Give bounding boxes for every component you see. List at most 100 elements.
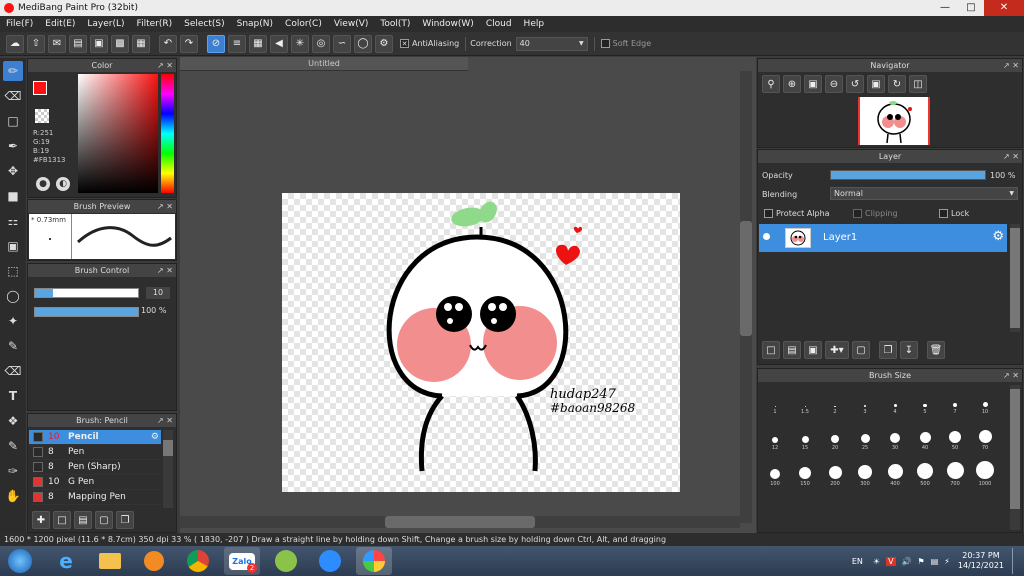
upload-icon[interactable]: ⇧ [27,34,45,53]
primary-color-swatch[interactable] [33,81,47,95]
medibang-taskbar-icon[interactable] [356,547,392,575]
layer-row[interactable]: Layer1 ⚙ [759,224,1007,252]
brush-size-option[interactable]: 25 [850,421,880,451]
menu-edit[interactable]: Edit(E) [39,19,81,29]
grid-icon[interactable]: ▦ [132,34,150,53]
brush-item-mapping-pen[interactable]: 8 Mapping Pen [29,490,161,505]
color-history-icon[interactable]: ◐ [56,177,70,191]
transparent-color-swatch[interactable] [35,109,49,123]
canvas-horizontal-scrollbar[interactable] [180,516,740,528]
page-icon[interactable]: ▣ [90,34,108,53]
fit-icon[interactable]: ▣ [804,75,822,93]
panel-icon[interactable]: ▩ [111,34,129,53]
brush-size-option[interactable]: 40 [910,421,940,451]
curve-snap-icon[interactable]: ∽ [333,34,351,53]
rectangle-tool-icon[interactable]: □ [3,111,23,131]
network-icon[interactable]: ▤ [931,557,939,566]
brush-size-option[interactable]: 100 [760,457,790,487]
brush-size-option[interactable]: 10 [970,385,1000,415]
move-tool-icon[interactable]: ✥ [3,161,23,181]
brush-size-option[interactable]: 4 [880,385,910,415]
layer-opacity-slider[interactable] [830,170,986,180]
brush-item-g-pen[interactable]: 10 G Pen [29,475,161,490]
flag-icon[interactable]: ⚑ [918,557,925,566]
gear-icon[interactable]: ⚙ [151,432,159,442]
chrome-icon[interactable] [180,547,216,575]
new-brush-icon[interactable]: □ [53,511,71,529]
document-icon[interactable]: ▤ [69,34,87,53]
menu-window[interactable]: Window(W) [416,19,479,29]
close-button[interactable]: ✕ [984,0,1024,16]
zoom-out-icon[interactable]: ⊖ [825,75,843,93]
menu-tool[interactable]: Tool(T) [374,19,416,29]
menu-filter[interactable]: Filter(R) [131,19,179,29]
panel-close-icon[interactable]: ↗ ✕ [1003,59,1019,72]
panel-close-icon[interactable]: ↗ ✕ [157,414,173,427]
snap-off-icon[interactable]: ⊘ [207,34,225,53]
maximize-button[interactable]: □ [958,0,984,16]
dot-tool-icon[interactable]: ✒ [3,136,23,156]
menu-layer[interactable]: Layer(L) [81,19,130,29]
soft-edge-checkbox[interactable] [600,39,610,48]
palette-icon[interactable]: ● [36,177,50,191]
layer-list-scrollbar[interactable] [1010,224,1020,332]
minimize-button[interactable]: — [932,0,958,16]
color-picker-square[interactable] [78,74,158,193]
menu-select[interactable]: Select(S) [178,19,231,29]
undo-icon[interactable]: ↶ [159,34,177,53]
brush-item-pen[interactable]: 8 Pen [29,445,161,460]
brush-size-option[interactable]: 150 [790,457,820,487]
clock-date[interactable]: 14/12/2021 [958,561,1004,571]
language-indicator[interactable]: EN [852,557,863,566]
brush-size-option[interactable]: 20 [820,421,850,451]
panel-close-icon[interactable]: ↗ ✕ [1003,150,1019,163]
select-pen-tool-icon[interactable]: ✎ [3,336,23,356]
brush-size-option[interactable]: 200 [820,457,850,487]
add-brush-icon[interactable]: ✚ [32,511,50,529]
brush-size-option[interactable]: 50 [940,421,970,451]
menu-snap[interactable]: Snap(N) [231,19,279,29]
duplicate-layer-icon[interactable]: ❐ [879,341,897,359]
start-button[interactable] [0,547,40,575]
eraser-tool-icon[interactable]: ⌫ [3,86,23,106]
brush-tool-icon[interactable]: ✏ [3,61,23,81]
snap-settings-icon[interactable]: ⚙ [375,34,393,53]
canvas-paper[interactable]: hudap247 #baoan98268 [282,193,680,492]
divide-tool-icon[interactable]: ✎ [3,436,23,456]
eyedropper-tool-icon[interactable]: ✑ [3,461,23,481]
brush-size-option[interactable]: 30 [880,421,910,451]
folder-icon[interactable]: ▢ [95,511,113,529]
gradient-tool-icon[interactable]: ▣ [3,236,23,256]
merge-layer-icon[interactable]: ↧ [900,341,918,359]
brush-size-scrollbar[interactable] [1010,385,1020,530]
brush-size-option[interactable]: 400 [880,457,910,487]
antivirus-icon[interactable]: V [886,556,896,566]
new-halftone-layer-icon[interactable]: ▤ [783,341,801,359]
rotate-left-icon[interactable]: ↺ [846,75,864,93]
zoom-in-icon[interactable]: ⊕ [783,75,801,93]
volume-icon[interactable]: 🔊 [902,557,912,566]
flip-icon[interactable]: ◫ [909,75,927,93]
brush-size-option[interactable]: 1 [760,385,790,415]
lock-checkbox[interactable] [939,209,948,218]
eye-icon[interactable] [763,233,770,240]
brush-item-pencil[interactable]: 10 Pencil ⚙ [29,430,161,445]
zoom-reset-icon[interactable]: ⚲ [762,75,780,93]
zoom-icon[interactable] [312,547,348,575]
brush-list-scrollbar[interactable] [163,430,173,508]
brush-size-option[interactable]: 3 [850,385,880,415]
comment-icon[interactable]: ✉ [48,34,66,53]
add-layer-menu-icon[interactable]: ✚▾ [825,341,849,359]
gear-icon[interactable]: ⚙ [992,229,1004,244]
brush-size-option[interactable]: 700 [940,457,970,487]
canvas-vertical-scrollbar[interactable] [740,71,752,523]
app-icon[interactable] [268,547,304,575]
zalo-icon[interactable]: Zalo 2 [224,547,260,575]
blending-select[interactable]: Normal ▼ [830,187,1018,200]
power-icon[interactable]: ⚡ [944,557,950,566]
vanishing-snap-icon[interactable]: ◀ [270,34,288,53]
brush-menu-icon[interactable]: ▤ [74,511,92,529]
antialiasing-checkbox[interactable]: ✕ [400,39,409,48]
panel-close-icon[interactable]: ↗ ✕ [157,200,173,213]
folder-icon[interactable]: ▢ [852,341,870,359]
